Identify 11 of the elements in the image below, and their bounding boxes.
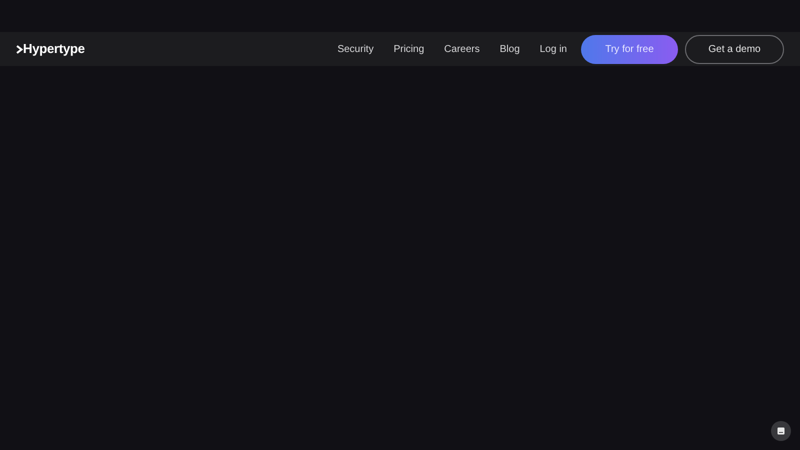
brand-logo[interactable]: Hypertype [23,39,85,59]
nav-link[interactable]: Pricing [394,42,424,56]
chevron-icon [16,44,23,54]
nav-link[interactable]: Log in [540,42,567,56]
nav-link[interactable]: Security [337,42,374,56]
chat-button[interactable] [771,421,791,441]
nav-link[interactable]: Blog [500,42,520,56]
demo-button[interactable]: Get a demo [685,34,784,64]
chat-icon [777,427,785,435]
nav-link[interactable]: Careers [444,42,480,56]
try-button[interactable]: Try for free [581,34,678,64]
